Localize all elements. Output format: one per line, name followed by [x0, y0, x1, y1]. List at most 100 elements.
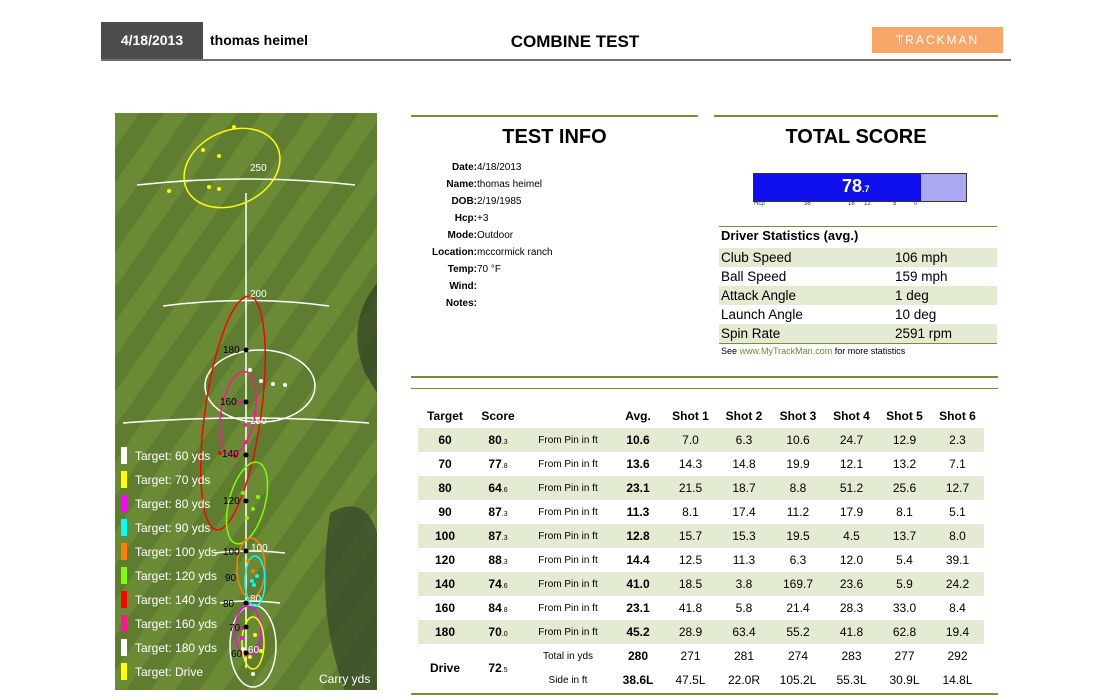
driver-divider: [719, 343, 997, 344]
shot-cell: 5.1: [949, 505, 966, 519]
table-bottom-line: [411, 693, 998, 695]
table-row-drive-total: Drive 72.5 Total in yds 280 271 281 274 283 277 2…: [418, 644, 984, 675]
info-row-mode: Mode:Outdoor: [447, 230, 514, 241]
shot-cell: 271: [680, 649, 701, 663]
dist-label-200: 200: [250, 289, 267, 300]
dist-label-160: 160: [220, 397, 237, 408]
shot-cell: 8.4: [949, 601, 966, 615]
shot-cell: 11.2: [786, 505, 810, 519]
dist-label-100a: 100: [223, 547, 240, 558]
col-header: Shot 6: [939, 409, 976, 423]
shot-cell: 5.9: [878, 572, 931, 596]
table-row: 120 88.3 From Pin in ft 14.4 12.5 11.3 6.3 12.0…: [418, 548, 984, 572]
shot-cell: 2.3: [931, 428, 984, 452]
info-row-hcp: Hcp:+3: [454, 213, 489, 224]
score-cell: 77.8: [488, 457, 508, 471]
shot-cell: 274: [787, 649, 809, 663]
avg-cell: 12.8: [612, 524, 664, 548]
shot-cell: 30.9L: [889, 673, 920, 687]
shot-cell: 277: [894, 649, 915, 663]
dist-label-100b: 100: [251, 543, 268, 554]
table-header-row: Target Score Avg. Shot 1 Shot 2 Shot 3 S…: [418, 404, 984, 428]
info-row-location: Location:mccormick ranch: [432, 247, 553, 258]
target-cell: 120: [434, 553, 456, 567]
col-header: Shot 5: [886, 409, 923, 423]
legend-swatch: [121, 470, 127, 488]
test-info-list: Date:4/18/2013 Name:thomas heimel DOB:2/…: [404, 159, 553, 312]
metric-cell: From Pin in ft: [538, 602, 598, 614]
info-row-name: Name:thomas heimel: [446, 179, 543, 190]
table-row: 160 84.8 From Pin in ft 23.1 41.8 5.8 21.4 28.3…: [418, 596, 984, 620]
shot-cell: 13.2: [892, 457, 917, 471]
shot-cell: 15.3: [717, 524, 771, 548]
shot-cell: 21.5: [664, 476, 717, 500]
score-bar: 78.7: [753, 173, 967, 202]
driver-stat-row: Ball Speed 159 mph: [721, 269, 948, 284]
info-row-date: Date:4/18/2013: [451, 162, 522, 173]
score-cell: 87.3: [488, 505, 508, 519]
score-cell: 64.6: [472, 476, 524, 500]
col-header: Shot 4: [833, 409, 870, 423]
table-divider: [411, 376, 998, 378]
metric-cell: From Pin in ft: [538, 458, 598, 470]
avg-cell: 13.6: [626, 457, 650, 471]
mytrackman-note: See www.MyTrackMan.com for more statisti…: [721, 346, 906, 356]
dist-label-60a: 60: [231, 649, 243, 660]
shot-cell: 5.8: [735, 601, 753, 615]
shot-cell: 19.9: [786, 457, 810, 471]
legend-swatch: [121, 542, 127, 560]
metric-cell: From Pin in ft: [524, 572, 612, 596]
score-cell: 84.8: [488, 601, 508, 615]
shot-cell: 283: [841, 649, 862, 663]
shot-cell: 51.2: [825, 476, 878, 500]
avg-cell: 280: [627, 649, 649, 663]
shot-cell: 15.7: [664, 524, 717, 548]
metric-cell: Total in yds: [542, 650, 594, 662]
avg-cell: 45.2: [612, 620, 664, 644]
shot-cell: 17.9: [839, 505, 864, 519]
table-row: 90 87.3 From Pin in ft 11.3 8.1 17.4 11.2 17.9 8…: [418, 500, 984, 524]
report-title: COMBINE TEST: [510, 32, 640, 51]
legend-swatch: [121, 566, 127, 584]
score-cell: 74.6: [472, 572, 524, 596]
info-row-wind: Wind:: [449, 281, 477, 292]
dist-label-250: 250: [250, 163, 267, 174]
dist-label-150: 150: [250, 416, 267, 427]
test-info-title: TEST INFO: [502, 126, 607, 148]
results-table: Target Score Avg. Shot 1 Shot 2 Shot 3 S…: [418, 404, 984, 692]
shot-cell: 12.9: [878, 428, 931, 452]
section-divider: [411, 115, 698, 117]
legend-item: Target: 80 yds: [121, 492, 210, 516]
shot-cell: 17.4: [732, 505, 756, 519]
legend-swatch: [121, 638, 127, 656]
legend-swatch: [121, 590, 127, 608]
shot-cell: 55.2: [771, 620, 825, 644]
shot-cell: 6.3: [717, 428, 771, 452]
trackman-logo: TRACKMAN: [872, 27, 1003, 53]
score-cell: 80.3: [472, 428, 524, 452]
shot-cell: 8.8: [771, 476, 825, 500]
carry-yds-label: Carry yds: [319, 672, 371, 686]
target-cell: 140: [418, 572, 472, 596]
mytrackman-link[interactable]: www.MyTrackMan.com: [740, 346, 833, 356]
shot-cell: 10.6: [771, 428, 825, 452]
shot-cell: 4.5: [825, 524, 878, 548]
legend-swatch: [121, 446, 127, 464]
shot-cell: 33.0: [892, 601, 917, 615]
target-cell: 80: [418, 476, 472, 500]
target-cell: 160: [434, 601, 456, 615]
avg-cell: 38.6L: [622, 673, 654, 687]
shot-cell: 39.1: [945, 553, 970, 567]
shot-cell: 12.7: [931, 476, 984, 500]
metric-cell: From Pin in ft: [524, 620, 612, 644]
shot-cell: 23.6: [825, 572, 878, 596]
table-row: 180 70.0 From Pin in ft 45.2 28.9 63.4 55.2 41.…: [418, 620, 984, 644]
shot-cell: 12.1: [839, 457, 864, 471]
shot-cell: 3.8: [717, 572, 771, 596]
col-header: Target: [427, 409, 463, 423]
shot-cell: 14.8: [732, 457, 756, 471]
legend-swatch: [121, 662, 127, 680]
shot-cell: 281: [733, 649, 755, 663]
metric-cell: From Pin in ft: [538, 554, 598, 566]
report-date: 4/18/2013: [101, 22, 203, 59]
